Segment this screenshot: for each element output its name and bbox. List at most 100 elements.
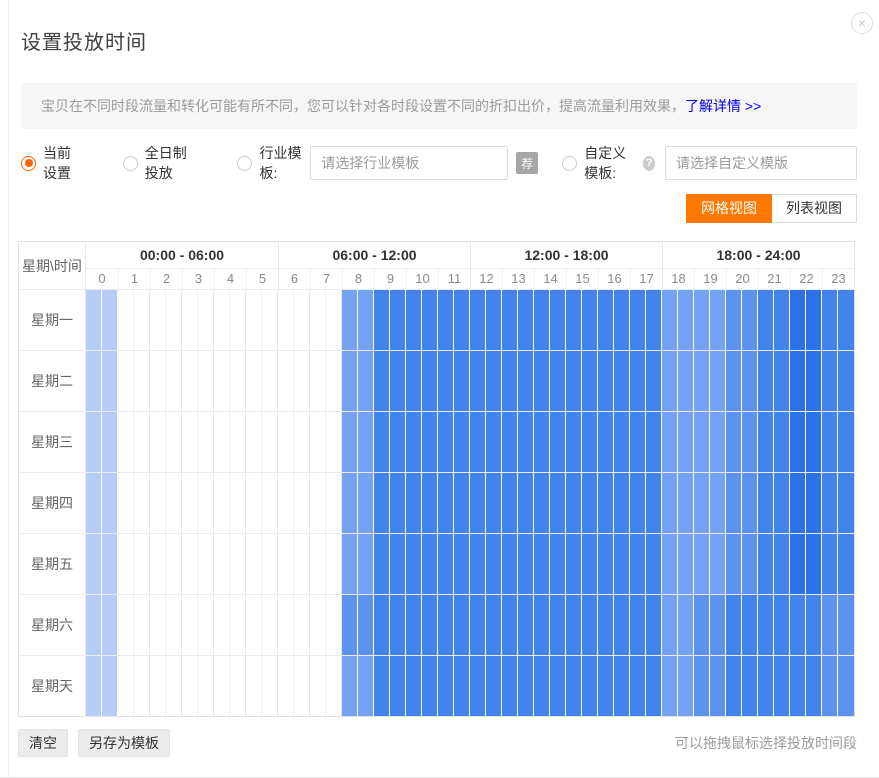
half-hour-cell[interactable] (246, 534, 262, 594)
learn-more-link[interactable]: 了解详情 >> (685, 98, 761, 114)
half-hour-cell[interactable] (646, 534, 662, 594)
half-hour-cell[interactable] (630, 473, 646, 533)
half-hour-cell[interactable] (790, 351, 806, 411)
half-hour-cell[interactable] (406, 595, 422, 655)
half-hour-cell[interactable] (166, 534, 182, 594)
half-hour-cell[interactable] (598, 412, 614, 472)
half-hour-cell[interactable] (454, 595, 470, 655)
radio-custom-template[interactable]: 自定义模板: (562, 143, 638, 183)
half-hour-cell[interactable] (806, 534, 822, 594)
half-hour-cell[interactable] (134, 534, 150, 594)
half-hour-cell[interactable] (774, 351, 790, 411)
half-hour-cell[interactable] (774, 290, 790, 350)
half-hour-cell[interactable] (342, 351, 358, 411)
half-hour-cell[interactable] (662, 534, 678, 594)
half-hour-cell[interactable] (342, 534, 358, 594)
half-hour-cell[interactable] (422, 351, 438, 411)
half-hour-cell[interactable] (326, 656, 342, 716)
half-hour-cell[interactable] (614, 473, 630, 533)
half-hour-cell[interactable] (150, 534, 166, 594)
half-hour-cell[interactable] (102, 290, 118, 350)
half-hour-cell[interactable] (518, 595, 534, 655)
half-hour-cell[interactable] (406, 473, 422, 533)
half-hour-cell[interactable] (246, 595, 262, 655)
half-hour-cell[interactable] (454, 412, 470, 472)
half-hour-cell[interactable] (742, 351, 758, 411)
half-hour-cell[interactable] (422, 534, 438, 594)
half-hour-cell[interactable] (566, 473, 582, 533)
half-hour-cell[interactable] (406, 656, 422, 716)
half-hour-cell[interactable] (390, 412, 406, 472)
half-hour-cell[interactable] (774, 473, 790, 533)
half-hour-cell[interactable] (550, 534, 566, 594)
half-hour-cell[interactable] (518, 656, 534, 716)
half-hour-cell[interactable] (326, 595, 342, 655)
half-hour-cell[interactable] (86, 290, 102, 350)
half-hour-cell[interactable] (102, 595, 118, 655)
half-hour-cell[interactable] (86, 412, 102, 472)
half-hour-cell[interactable] (630, 351, 646, 411)
half-hour-cell[interactable] (662, 595, 678, 655)
half-hour-cell[interactable] (710, 595, 726, 655)
half-hour-cell[interactable] (150, 290, 166, 350)
half-hour-cell[interactable] (214, 290, 230, 350)
half-hour-cell[interactable] (294, 351, 310, 411)
half-hour-cell[interactable] (646, 656, 662, 716)
half-hour-cell[interactable] (646, 412, 662, 472)
half-hour-cell[interactable] (422, 656, 438, 716)
half-hour-cell[interactable] (534, 656, 550, 716)
half-hour-cell[interactable] (838, 656, 854, 716)
half-hour-cell[interactable] (102, 656, 118, 716)
half-hour-cell[interactable] (86, 351, 102, 411)
half-hour-cell[interactable] (662, 290, 678, 350)
half-hour-cell[interactable] (774, 534, 790, 594)
half-hour-cell[interactable] (534, 351, 550, 411)
half-hour-cell[interactable] (198, 351, 214, 411)
half-hour-cell[interactable] (374, 656, 390, 716)
half-hour-cell[interactable] (678, 656, 694, 716)
half-hour-cell[interactable] (166, 595, 182, 655)
half-hour-cell[interactable] (246, 412, 262, 472)
half-hour-cell[interactable] (790, 534, 806, 594)
half-hour-cell[interactable] (166, 656, 182, 716)
half-hour-cell[interactable] (326, 412, 342, 472)
half-hour-cell[interactable] (614, 656, 630, 716)
half-hour-cell[interactable] (118, 290, 134, 350)
half-hour-cell[interactable] (246, 473, 262, 533)
half-hour-cell[interactable] (662, 656, 678, 716)
half-hour-cell[interactable] (326, 351, 342, 411)
half-hour-cell[interactable] (758, 351, 774, 411)
half-hour-cell[interactable] (486, 412, 502, 472)
half-hour-cell[interactable] (470, 656, 486, 716)
half-hour-cell[interactable] (294, 595, 310, 655)
half-hour-cell[interactable] (486, 290, 502, 350)
custom-template-input[interactable] (665, 146, 857, 180)
half-hour-cell[interactable] (566, 595, 582, 655)
half-hour-cell[interactable] (550, 473, 566, 533)
half-hour-cell[interactable] (646, 351, 662, 411)
half-hour-cell[interactable] (694, 351, 710, 411)
half-hour-cell[interactable] (262, 412, 278, 472)
half-hour-cell[interactable] (214, 656, 230, 716)
half-hour-cell[interactable] (582, 595, 598, 655)
half-hour-cell[interactable] (310, 534, 326, 594)
half-hour-cell[interactable] (214, 473, 230, 533)
half-hour-cell[interactable] (342, 595, 358, 655)
half-hour-cell[interactable] (742, 412, 758, 472)
half-hour-cell[interactable] (742, 656, 758, 716)
half-hour-cell[interactable] (134, 412, 150, 472)
half-hour-cell[interactable] (198, 473, 214, 533)
half-hour-cell[interactable] (102, 534, 118, 594)
half-hour-cell[interactable] (598, 534, 614, 594)
half-hour-cell[interactable] (470, 351, 486, 411)
half-hour-cell[interactable] (630, 412, 646, 472)
half-hour-cell[interactable] (134, 351, 150, 411)
half-hour-cell[interactable] (150, 595, 166, 655)
half-hour-cell[interactable] (374, 473, 390, 533)
half-hour-cell[interactable] (278, 351, 294, 411)
half-hour-cell[interactable] (262, 473, 278, 533)
half-hour-cell[interactable] (278, 595, 294, 655)
half-hour-cell[interactable] (246, 351, 262, 411)
half-hour-cell[interactable] (598, 595, 614, 655)
half-hour-cell[interactable] (614, 351, 630, 411)
